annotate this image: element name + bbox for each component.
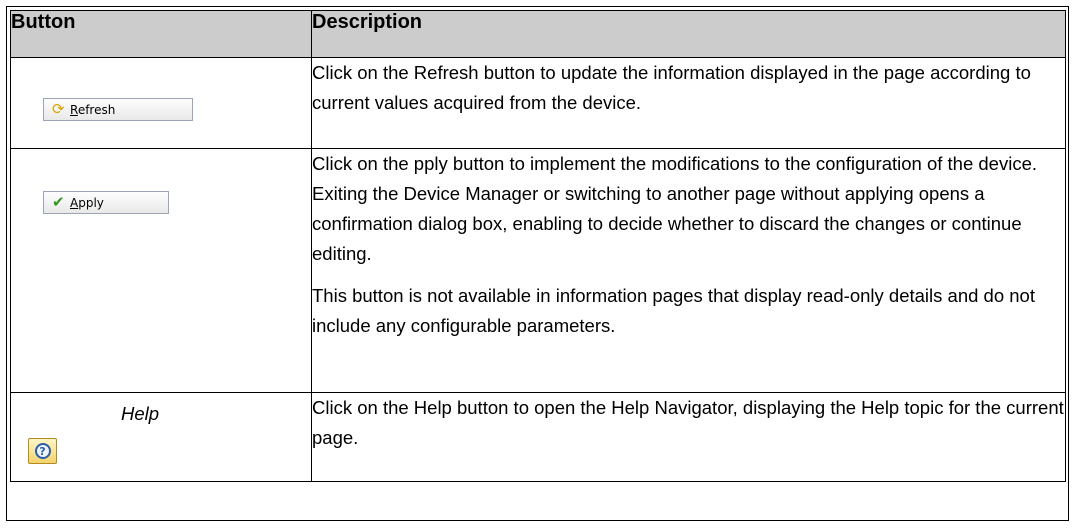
button-cell: ✔ Apply <box>10 148 312 393</box>
help-label: Help <box>121 403 160 424</box>
column-header-description: Description <box>311 10 1066 58</box>
checkmark-icon: ✔ <box>52 193 65 211</box>
document-frame: Button Description ⟳ Refresh Click on th… <box>6 6 1069 521</box>
description-text: Click on the pply button to implement th… <box>312 153 1037 264</box>
button-cell: ⟳ Refresh <box>10 57 312 149</box>
button-description-table: Button Description ⟳ Refresh Click on th… <box>10 10 1066 482</box>
table-row: ✔ Apply Click on the pply button to impl… <box>10 148 1066 393</box>
description-text: Click on the Help button to open the Hel… <box>312 397 1064 448</box>
button-cell: Help ? <box>10 392 312 482</box>
table-row: ⟳ Refresh Click on the Refresh button to… <box>10 57 1066 149</box>
description-cell: Click on the Help button to open the Hel… <box>311 392 1066 482</box>
table-row: Help ? Click on the Help button to open … <box>10 392 1066 482</box>
apply-button-label: Apply <box>70 195 104 210</box>
description-note: This button is not available in informat… <box>312 285 1035 336</box>
apply-button[interactable]: ✔ Apply <box>43 191 169 214</box>
table-header-row: Button Description <box>10 10 1066 58</box>
refresh-button[interactable]: ⟳ Refresh <box>43 98 193 121</box>
description-cell: Click on the Refresh button to update th… <box>311 57 1066 149</box>
description-cell: Click on the pply button to implement th… <box>311 148 1066 393</box>
description-text: Click on the Refresh button to update th… <box>312 62 1031 113</box>
column-header-button: Button <box>10 10 312 58</box>
refresh-icon: ⟳ <box>52 100 65 118</box>
help-button[interactable]: ? <box>28 438 57 464</box>
help-icon: ? <box>34 443 51 459</box>
refresh-button-label: Refresh <box>70 102 116 117</box>
